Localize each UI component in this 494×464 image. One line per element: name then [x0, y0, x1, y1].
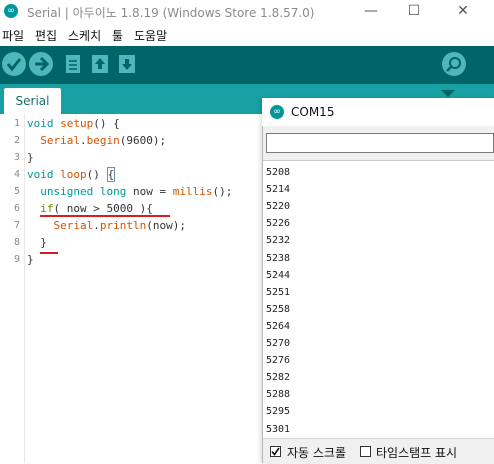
code-line-4[interactable]: void loop() { — [27, 166, 116, 183]
line-number: 1 — [13, 118, 20, 129]
close-button[interactable]: ✕ — [440, 0, 486, 24]
file-icon — [66, 55, 80, 73]
menu-sketch[interactable]: 스케치 — [68, 27, 101, 44]
tab-serial[interactable]: Serial — [4, 88, 61, 114]
arrow-up-icon — [92, 55, 108, 73]
verify-button[interactable] — [2, 52, 26, 76]
line-number: 9 — [13, 254, 20, 265]
line-number: 8 — [13, 237, 20, 248]
code-line-2[interactable]: Serial.begin(9600); — [27, 132, 166, 149]
timestamp-label: 타임스탬프 표시 — [376, 446, 458, 460]
serial-monitor-title: COM15 — [291, 105, 335, 119]
code-token: . — [93, 219, 100, 232]
code-token: setup — [60, 117, 94, 130]
tab-menu-chevron-icon[interactable] — [441, 90, 455, 97]
window-title: Serial | 아두이노 1.8.19 (Windows Store 1.8.… — [27, 6, 315, 20]
serial-output-area[interactable] — [263, 160, 494, 439]
autoscroll-checkbox[interactable] — [270, 446, 281, 457]
menu-file[interactable]: 파일 — [2, 27, 24, 44]
code-token: ( now > 5000 ){ — [53, 202, 153, 215]
serial-output-line: 5214 — [266, 184, 291, 196]
code-token: loop — [60, 168, 87, 181]
code-token: () — [86, 168, 107, 181]
code-token: { — [106, 167, 116, 182]
serial-output-line: 5258 — [266, 303, 291, 315]
code-line-5[interactable]: unsigned long now = millis(); — [27, 183, 232, 200]
code-token: Serial — [53, 219, 94, 232]
line-number: 7 — [13, 220, 20, 231]
serial-output-line: 5270 — [266, 338, 291, 349]
minimize-button[interactable]: — — [348, 0, 394, 24]
menu-tools[interactable]: 툴 — [112, 27, 123, 44]
code-token: millis — [172, 185, 213, 198]
annotation-underline — [40, 252, 58, 254]
code-token: now = — [126, 185, 173, 198]
code-token: } — [27, 151, 34, 164]
arrow-right-icon — [35, 56, 50, 72]
serial-output-line: 5276 — [266, 355, 291, 367]
new-button[interactable] — [63, 53, 83, 75]
code-line-1[interactable]: void setup() { — [27, 115, 120, 132]
code-token: void — [27, 117, 54, 130]
line-number: 3 — [13, 152, 20, 163]
serial-output-line: 5244 — [266, 269, 291, 281]
arduino-logo-icon: ∞ — [4, 4, 18, 18]
code-line-7[interactable]: Serial.println(now); — [27, 217, 186, 234]
autoscroll-label: 자동 스크롤 — [287, 446, 347, 460]
magnifier-icon — [446, 57, 461, 72]
line-number: 5 — [13, 186, 20, 197]
serial-output-line: 5301 — [266, 423, 291, 435]
code-token: void — [27, 168, 54, 181]
code-token: if — [40, 202, 54, 215]
code-token: begin — [86, 134, 120, 147]
arrow-down-icon — [119, 55, 135, 73]
line-number: 2 — [13, 135, 20, 146]
code-token: () { — [93, 117, 120, 130]
code-line-8[interactable]: } — [27, 234, 47, 251]
serial-output-line: 5264 — [266, 320, 291, 332]
open-button[interactable] — [90, 53, 110, 75]
line-number: 6 — [13, 203, 20, 214]
code-token: println — [99, 219, 147, 232]
save-button[interactable] — [117, 53, 137, 75]
serial-output-line: 5232 — [266, 235, 291, 247]
check-icon — [6, 58, 22, 72]
code-token: (now); — [146, 219, 186, 232]
serial-output-line: 5295 — [266, 406, 291, 418]
serial-output-line: 5226 — [266, 218, 291, 230]
annotation-underline — [40, 215, 170, 217]
serial-monitor-button[interactable] — [442, 52, 466, 76]
serial-output-line: 5282 — [266, 372, 291, 384]
serial-output-line: 5288 — [266, 389, 291, 401]
code-line-3[interactable]: } — [27, 149, 34, 166]
serial-output-line: 5220 — [266, 201, 291, 213]
maximize-button[interactable]: ☐ — [391, 0, 437, 24]
code-token: } — [27, 236, 47, 249]
code-token: (); — [212, 185, 233, 198]
code-token: } — [27, 253, 34, 266]
line-number: 4 — [13, 169, 20, 180]
code-token: . — [80, 134, 87, 147]
serial-output-line: 5238 — [266, 252, 291, 264]
code-token: unsigned — [40, 185, 94, 198]
serial-output-line: 5208 — [266, 167, 291, 178]
check-icon — [271, 447, 280, 456]
timestamp-checkbox[interactable] — [360, 446, 371, 457]
serial-output-line: 5251 — [266, 286, 291, 298]
menu-help[interactable]: 도움말 — [134, 27, 167, 44]
serial-input-field[interactable] — [266, 133, 494, 153]
code-line-9[interactable]: } — [27, 251, 34, 268]
code-token: Serial — [40, 134, 80, 147]
arduino-logo-icon: ∞ — [270, 105, 284, 119]
code-token: (9600); — [119, 134, 167, 147]
upload-button[interactable] — [29, 52, 53, 76]
code-token: long — [99, 185, 127, 198]
menu-edit[interactable]: 편집 — [35, 27, 57, 44]
